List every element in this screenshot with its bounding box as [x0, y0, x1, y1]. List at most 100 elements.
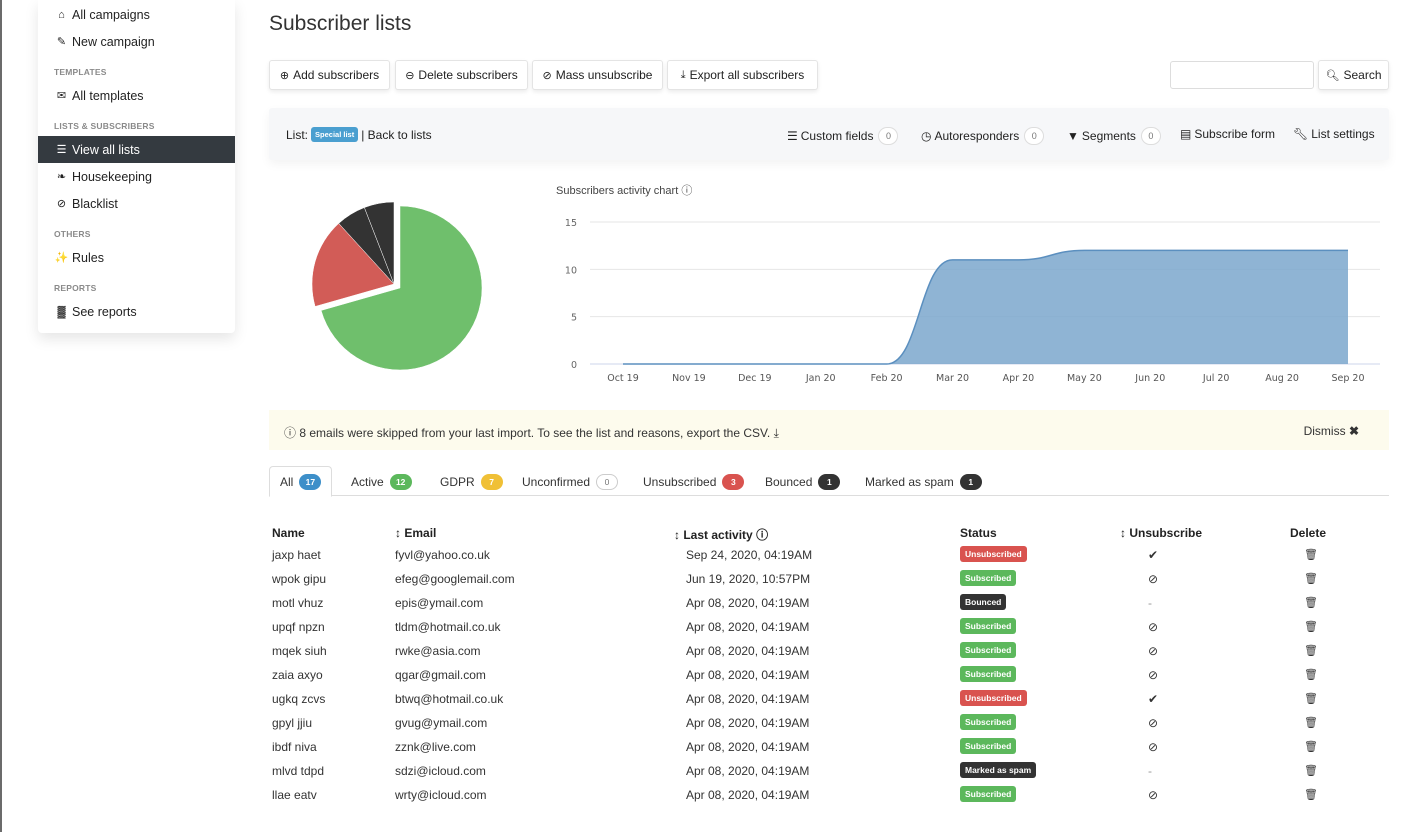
bar-chart-icon: ▓	[57, 305, 66, 318]
sidebar-item-new-campaign[interactable]: ✎ New campaign	[38, 28, 235, 55]
autoresponders-label: Autoresponders	[934, 129, 1020, 143]
add-subscribers-label: Add subscribers	[293, 68, 380, 82]
sidebar-item-see-reports[interactable]: ▓ See reports	[38, 298, 235, 325]
column-header-last-activity[interactable]: ↕ Last activity ⓘ	[674, 526, 768, 543]
cell-status: Bounced	[960, 594, 1007, 610]
trash-icon[interactable]: 🗑︎	[1304, 716, 1318, 729]
cell-name: motl vhuz	[272, 596, 324, 610]
x-tick-label: Nov 19	[672, 373, 706, 384]
list-prefix: List:	[286, 127, 309, 142]
custom-fields-count: 0	[878, 127, 899, 145]
sidebar-item-blacklist[interactable]: ⊘ Blacklist	[38, 190, 235, 217]
autoresponders-link[interactable]: ◷ Autoresponders 0	[921, 127, 1045, 145]
activity-chart-title: Subscribers activity chart ⓘ	[556, 182, 692, 198]
column-header-unsubscribe[interactable]: ↕ Unsubscribe	[1120, 526, 1202, 540]
form-icon: ▤	[1180, 127, 1192, 141]
cell-name: wpok gipu	[272, 572, 327, 586]
cell-last-activity: Apr 08, 2020, 04:19AM	[686, 764, 810, 778]
export-subscribers-button[interactable]: ⤓ Export all subscribers	[667, 60, 818, 90]
add-subscribers-button[interactable]: ⊕ Add subscribers	[269, 60, 390, 90]
subscribe-form-label: Subscribe form	[1194, 127, 1276, 141]
column-header-name[interactable]: Name	[272, 526, 305, 540]
sidebar-item-all-templates[interactable]: ✉ All templates	[38, 82, 235, 109]
download-csv-icon[interactable]: ⤓	[774, 426, 779, 440]
trash-icon[interactable]: 🗑︎	[1304, 572, 1318, 585]
tab-unconfirmed[interactable]: Unconfirmed 0	[522, 466, 619, 497]
y-tick-label: 5	[571, 313, 577, 324]
cell-email: epis@ymail.com	[395, 596, 484, 610]
pie-svg	[311, 201, 483, 371]
tab-label: Unsubscribed	[643, 474, 717, 489]
ban-icon[interactable]: ⊘	[1148, 788, 1158, 802]
trash-icon[interactable]: 🗑︎	[1304, 620, 1318, 633]
cell-last-activity: Apr 08, 2020, 04:19AM	[686, 692, 810, 706]
column-header-email-label: Email	[404, 526, 437, 540]
search-input[interactable]	[1170, 61, 1314, 89]
tab-gdpr[interactable]: GDPR 7	[440, 466, 503, 497]
ban-icon[interactable]: ⊘	[1148, 620, 1158, 634]
tab-all[interactable]: All 17	[269, 466, 333, 497]
check-icon[interactable]: ✔	[1148, 548, 1158, 562]
check-icon[interactable]: ✔	[1148, 692, 1158, 706]
trash-icon[interactable]: 🗑︎	[1304, 596, 1318, 609]
cell-email: gvug@ymail.com	[395, 716, 488, 730]
sidebar-item-label: Housekeeping	[72, 169, 152, 184]
ban-icon[interactable]: ⊘	[1148, 572, 1158, 586]
tab-marked-as-spam[interactable]: Marked as spam 1	[865, 466, 982, 497]
tab-bounced[interactable]: Bounced 1	[765, 466, 841, 497]
cell-email: sdzi@icloud.com	[395, 764, 486, 778]
leaf-icon: ❧	[56, 171, 67, 183]
edit-icon: ✎	[56, 36, 67, 48]
y-tick-label: 10	[565, 265, 577, 276]
tab-label: GDPR	[440, 474, 475, 489]
segments-link[interactable]: ▼ Segments 0	[1067, 127, 1161, 145]
back-to-lists-link[interactable]: | Back to lists	[361, 128, 431, 142]
cell-email: rwke@asia.com	[395, 644, 481, 658]
help-icon[interactable]: ⓘ	[681, 185, 692, 197]
sidebar-item-all-campaigns[interactable]: ⌂ All campaigns	[38, 1, 235, 28]
ban-icon[interactable]: ⊘	[1148, 716, 1158, 730]
trash-icon[interactable]: 🗑︎	[1304, 644, 1318, 657]
trash-icon[interactable]: 🗑︎	[1304, 548, 1318, 561]
ban-icon: ⊘	[542, 69, 552, 82]
cell-status: Subscribed	[960, 714, 1017, 730]
tab-unsubscribed[interactable]: Unsubscribed 3	[643, 466, 745, 497]
ban-icon[interactable]: ⊘	[1148, 740, 1158, 754]
x-tick-label: Sep 20	[1331, 373, 1364, 384]
sidebar-item-view-all-lists[interactable]: ☰ View all lists	[38, 136, 235, 163]
x-tick-label: Apr 20	[1003, 373, 1035, 384]
trash-icon[interactable]: 🗑︎	[1304, 692, 1318, 705]
status-badge: Unsubscribed	[960, 546, 1027, 562]
subscribe-form-link[interactable]: ▤ Subscribe form	[1180, 127, 1275, 141]
sidebar-item-label: Blacklist	[72, 196, 118, 211]
ban-icon: ⊘	[56, 198, 67, 210]
delete-subscribers-button[interactable]: ⊖ Delete subscribers	[395, 60, 528, 90]
x-tick-label: May 20	[1067, 373, 1102, 384]
list-icon: ☰	[787, 129, 798, 143]
ban-icon[interactable]: ⊘	[1148, 644, 1158, 658]
cell-status: Subscribed	[960, 738, 1017, 754]
sidebar-item-rules[interactable]: ✨ Rules	[38, 244, 235, 271]
column-header-email[interactable]: ↕ Email	[395, 526, 436, 540]
tab-active[interactable]: Active 12	[351, 466, 412, 497]
page-title: Subscriber lists	[269, 12, 412, 35]
close-icon: ✖	[1348, 424, 1359, 438]
list-settings-link[interactable]: 🔧︎ List settings	[1293, 127, 1375, 141]
trash-icon[interactable]: 🗑︎	[1304, 764, 1318, 777]
info-icon: ⓘ	[284, 426, 297, 440]
trash-icon[interactable]: 🗑︎	[1304, 788, 1318, 801]
import-notice: ⓘ 8 emails were skipped from your last i…	[269, 410, 1389, 450]
tab-label: All	[280, 474, 294, 489]
mass-unsubscribe-button[interactable]: ⊘ Mass unsubscribe	[532, 60, 663, 90]
trash-icon[interactable]: 🗑︎	[1304, 740, 1318, 753]
sidebar-item-housekeeping[interactable]: ❧ Housekeeping	[38, 163, 235, 190]
custom-fields-link[interactable]: ☰ Custom fields 0	[787, 127, 899, 145]
search-icon: 🔍︎	[1325, 69, 1340, 82]
dismiss-button[interactable]: Dismiss ✖	[1304, 424, 1359, 438]
delete-subscribers-label: Delete subscribers	[418, 68, 518, 82]
search-button[interactable]: 🔍︎ Search	[1318, 60, 1389, 90]
cell-name: ibdf niva	[272, 740, 317, 754]
ban-icon[interactable]: ⊘	[1148, 668, 1158, 682]
home-icon: ⌂	[58, 8, 65, 21]
trash-icon[interactable]: 🗑︎	[1304, 668, 1318, 681]
